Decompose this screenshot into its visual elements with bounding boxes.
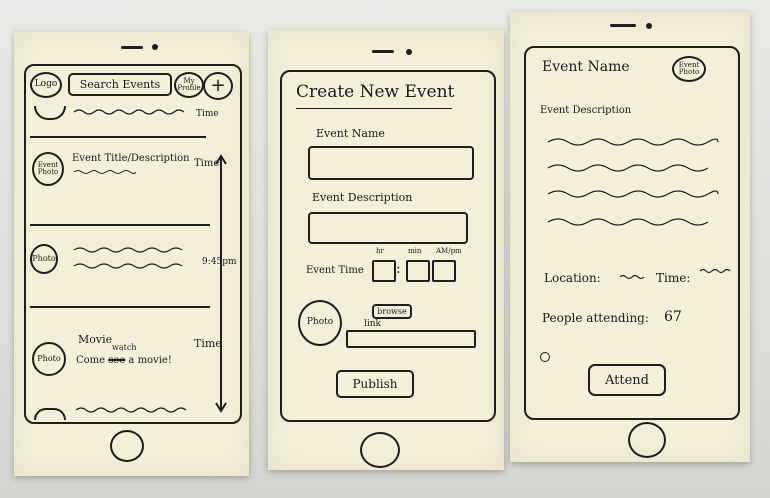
- event-description: Come see a movie!: [76, 356, 172, 366]
- row-divider: [30, 224, 210, 226]
- event-detail-screen: Event Name Event Photo Event Description…: [524, 46, 740, 420]
- people-attending-count: 67: [664, 309, 682, 325]
- photo-upload[interactable]: Photo: [298, 300, 342, 346]
- event-title[interactable]: Event Title/Description: [72, 154, 190, 164]
- hour-label: hr: [376, 247, 384, 255]
- row-divider: [30, 136, 206, 138]
- event-name-field[interactable]: [308, 146, 474, 180]
- event-description-end: a movie!: [128, 355, 172, 366]
- squiggle-location: [619, 274, 645, 280]
- phone-speaker: [372, 50, 394, 53]
- row-divider: [30, 306, 210, 308]
- squiggle-description: [73, 109, 185, 115]
- event-photo[interactable]: Event Photo: [32, 152, 64, 186]
- title-underline: [296, 108, 452, 109]
- squiggle-description: [73, 170, 137, 174]
- event-time: Time: [196, 109, 219, 119]
- phone-camera: [406, 49, 412, 55]
- home-button[interactable]: [110, 430, 144, 462]
- browse-screen: Logo Search Events My Profile + Time Eve…: [24, 64, 242, 424]
- event-photo-partial: [34, 408, 66, 420]
- event-name: Event Name: [542, 59, 630, 75]
- event-photo[interactable]: Event Photo: [672, 56, 706, 82]
- phone-camera: [152, 44, 158, 50]
- location-label: Location:: [544, 271, 601, 285]
- event-description-field[interactable]: [308, 212, 468, 244]
- event-time: Time: [194, 337, 222, 350]
- minute-field[interactable]: [406, 260, 430, 282]
- phone-camera: [646, 23, 652, 29]
- event-description-label: Event Description: [540, 105, 632, 116]
- home-button[interactable]: [628, 422, 666, 458]
- link-label: link: [364, 319, 382, 329]
- event-time: Time: [194, 158, 220, 169]
- attend-button[interactable]: Attend: [588, 364, 666, 396]
- event-time-label: Event Time: [306, 265, 364, 276]
- event-photo[interactable]: Photo: [32, 342, 66, 376]
- create-event-screen: Create New Event Event Name Event Descri…: [280, 70, 496, 422]
- link-field[interactable]: [346, 330, 476, 348]
- time-colon: :: [396, 261, 401, 277]
- event-photo[interactable]: Photo: [30, 244, 58, 274]
- ampm-label: AM/pm: [436, 247, 462, 255]
- scrollbar[interactable]: [214, 154, 228, 416]
- create-event-card: Create New Event Event Name Event Descri…: [268, 30, 504, 470]
- event-description-start: Come: [76, 355, 106, 366]
- minute-label: min: [408, 247, 422, 255]
- phone-speaker: [121, 46, 143, 49]
- browse-button[interactable]: browse: [372, 304, 412, 319]
- home-button[interactable]: [360, 432, 400, 468]
- hour-field[interactable]: [372, 260, 396, 282]
- event-photo-partial: [34, 106, 66, 120]
- squiggle-time: [699, 268, 731, 274]
- event-name-label: Event Name: [316, 127, 385, 140]
- time-label: Time:: [656, 271, 691, 285]
- event-correction-inserted: watch: [112, 343, 137, 352]
- squiggle-description: [73, 247, 183, 269]
- event-correction-struck: see: [108, 355, 126, 366]
- phone-speaker: [610, 24, 636, 27]
- squiggle-description: [75, 407, 187, 413]
- logo[interactable]: Logo: [30, 72, 62, 98]
- squiggle-description: [547, 138, 719, 226]
- people-attending-label: People attending:: [542, 311, 649, 325]
- my-profile-button[interactable]: My Profile: [174, 72, 204, 98]
- publish-button[interactable]: Publish: [336, 370, 414, 398]
- event-detail-card: Event Name Event Photo Event Description…: [510, 12, 750, 462]
- page-title: Create New Event: [296, 82, 455, 102]
- event-description-label: Event Description: [312, 191, 413, 204]
- ampm-field[interactable]: [432, 260, 456, 282]
- event-time: 9:45pm: [202, 257, 237, 267]
- event-title[interactable]: Movie: [78, 334, 112, 345]
- browse-screen-card: Logo Search Events My Profile + Time Eve…: [14, 32, 249, 476]
- pen-mark: [540, 352, 550, 362]
- add-event-button[interactable]: +: [203, 72, 233, 100]
- search-events-input[interactable]: Search Events: [68, 73, 172, 96]
